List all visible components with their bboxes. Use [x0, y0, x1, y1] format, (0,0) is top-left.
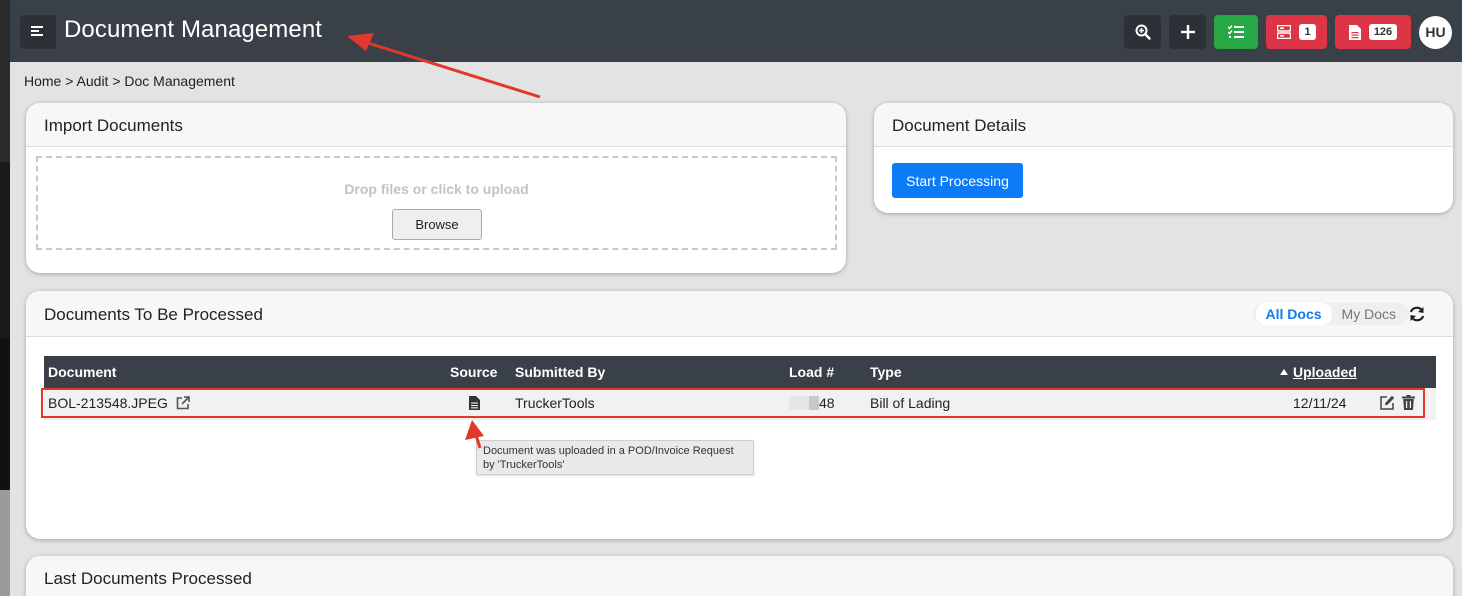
import-documents-card: Import Documents Drop files or click to …: [26, 103, 846, 273]
add-button[interactable]: [1169, 15, 1206, 49]
dropzone-text: Drop files or click to upload: [344, 181, 529, 197]
docs-table-header: Document Source Submitted By Load # Type…: [44, 356, 1436, 388]
my-docs-toggle[interactable]: My Docs: [1332, 303, 1406, 325]
start-processing-button[interactable]: Start Processing: [892, 163, 1023, 198]
last-documents-processed-card: Last Documents Processed: [26, 556, 1453, 596]
col-load[interactable]: Load #: [789, 364, 834, 380]
last-card-title: Last Documents Processed: [26, 556, 1453, 596]
docs-card-title: Documents To Be Processed: [26, 291, 1453, 337]
docs-filter-toggle: All Docs My Docs: [1252, 303, 1409, 325]
documents-count-badge: 126: [1368, 24, 1398, 40]
import-card-title: Import Documents: [26, 103, 846, 147]
plus-icon: [1180, 25, 1195, 39]
documents-button[interactable]: 126: [1335, 15, 1411, 49]
document-icon: [1348, 24, 1361, 40]
checklist-icon: [1228, 25, 1244, 38]
user-avatar[interactable]: HU: [1419, 15, 1452, 49]
details-card-title: Document Details: [874, 103, 1453, 147]
col-uploaded[interactable]: Uploaded: [1280, 364, 1357, 380]
breadcrumb: Home > Audit > Doc Management: [24, 73, 235, 89]
all-docs-toggle[interactable]: All Docs: [1255, 303, 1332, 325]
sort-up-icon: [1280, 369, 1288, 375]
app-window: Document Management 1 126 HU Home > Audi…: [10, 0, 1462, 596]
menu-icon: [31, 26, 43, 36]
left-edge-strip: [0, 0, 10, 596]
col-uploaded-label: Uploaded: [1293, 364, 1357, 380]
documents-to-be-processed-card: Documents To Be Processed All Docs My Do…: [26, 291, 1453, 539]
col-source[interactable]: Source: [450, 364, 497, 380]
page-title: Document Management: [64, 16, 323, 43]
search-zoom-button[interactable]: [1124, 15, 1161, 49]
row-annotation-box: [41, 388, 1425, 418]
col-type[interactable]: Type: [870, 364, 902, 380]
browse-button[interactable]: Browse: [392, 209, 482, 240]
top-navbar: Document Management 1 126 HU: [10, 0, 1462, 62]
tasks-icon: [1277, 25, 1292, 39]
document-details-card: Document Details Start Processing: [874, 103, 1453, 213]
refresh-icon[interactable]: [1407, 304, 1427, 324]
checklist-button[interactable]: [1214, 15, 1258, 49]
menu-button[interactable]: [20, 15, 56, 49]
file-dropzone[interactable]: Drop files or click to upload Browse: [36, 156, 837, 250]
tasks-button[interactable]: 1: [1266, 15, 1327, 49]
source-tooltip: Document was uploaded in a POD/Invoice R…: [476, 440, 754, 475]
col-document[interactable]: Document: [48, 364, 116, 380]
col-submitted-by[interactable]: Submitted By: [515, 364, 605, 380]
tasks-count-badge: 1: [1299, 24, 1316, 40]
zoom-in-icon: [1135, 24, 1151, 40]
